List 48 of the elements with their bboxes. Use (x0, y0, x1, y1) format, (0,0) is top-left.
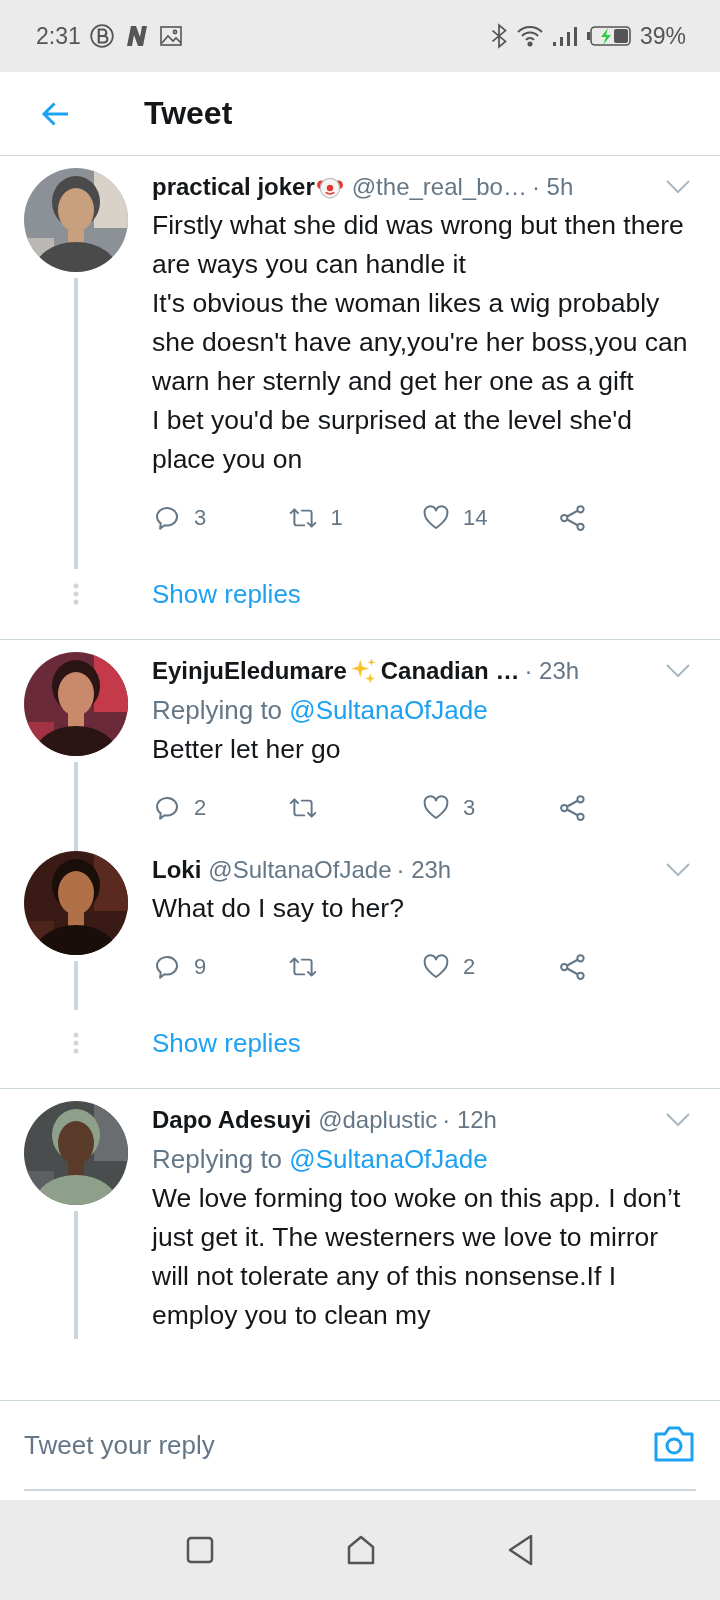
tweet-text: Better let her go (152, 733, 342, 766)
signal-icon (551, 25, 578, 47)
reply-button[interactable]: 2 (152, 793, 287, 823)
caret-icon[interactable] (664, 662, 692, 680)
image-icon (158, 24, 183, 48)
caret-icon[interactable] (664, 1111, 692, 1129)
user-handle: @the_real_bo… (351, 172, 527, 202)
share-icon (557, 952, 588, 982)
show-replies-link[interactable]: Show replies (152, 578, 301, 610)
thread-dots-icon (73, 583, 79, 605)
retweet-button[interactable]: 1 (286, 503, 422, 533)
share-icon (557, 503, 588, 533)
caret-icon[interactable] (664, 861, 692, 879)
battery-icon (585, 25, 632, 47)
user-name: Loki (152, 855, 202, 885)
tweet-text: Firstly what she did was wrong but then there are ways you can handle it It's obvious the woman likes a wig probably she doesn't have any,you're her boss,you can warn her sternly and get her one as a gift I bet you'd be surprised at the level she'd place you on (152, 209, 689, 476)
mention-link[interactable]: @SultanaOfJade (289, 695, 488, 725)
tweet-time: · 12h (442, 1105, 497, 1135)
user-handle: @daplustic (318, 1105, 438, 1135)
thread-dots-icon (73, 1032, 79, 1054)
share-icon (557, 793, 588, 823)
page-title: Tweet (144, 95, 233, 132)
user-handle: @SultanaOfJade (208, 855, 392, 885)
bitcoin-icon (88, 23, 115, 49)
show-replies-link[interactable]: Show replies (152, 1027, 301, 1059)
replying-to-line: Replying to @SultanaOfJade (152, 694, 489, 727)
tweet-text: We love forming too woke on this app. I don’t just get it. The westerners we love to mirror will not tolerate any of this nonsense.If I employ you to clean my (152, 1182, 682, 1332)
caret-icon[interactable] (664, 178, 692, 196)
like-button[interactable]: 14 (421, 503, 558, 533)
user-name: EyinjuEledumare (152, 656, 347, 686)
user-name: Dapo Adesuyi (152, 1105, 312, 1135)
wifi-icon (515, 24, 544, 48)
replying-to-line: Replying to @SultanaOfJade (152, 1143, 489, 1176)
user-name: Canadian … (380, 656, 520, 686)
mention-link[interactable]: @SultanaOfJade (289, 1144, 488, 1174)
reply-button[interactable]: 9 (152, 952, 287, 982)
tweet-time: · 23h (396, 855, 452, 885)
battery-percent: 39% (639, 22, 686, 50)
tweet-time: · 23h (524, 656, 580, 686)
bluetooth-icon (489, 23, 508, 49)
tweet-time: · 5h (531, 172, 574, 202)
tweet-text: What do I say to her? (152, 892, 405, 925)
user-name: practical joker (152, 172, 315, 202)
like-button[interactable]: 2 (421, 952, 558, 982)
like-button[interactable]: 3 (421, 793, 558, 823)
reply-button[interactable]: 3 (152, 503, 287, 533)
clock-time: 2:31 (36, 22, 81, 50)
reply-field[interactable]: Tweet your reply (24, 1415, 640, 1475)
